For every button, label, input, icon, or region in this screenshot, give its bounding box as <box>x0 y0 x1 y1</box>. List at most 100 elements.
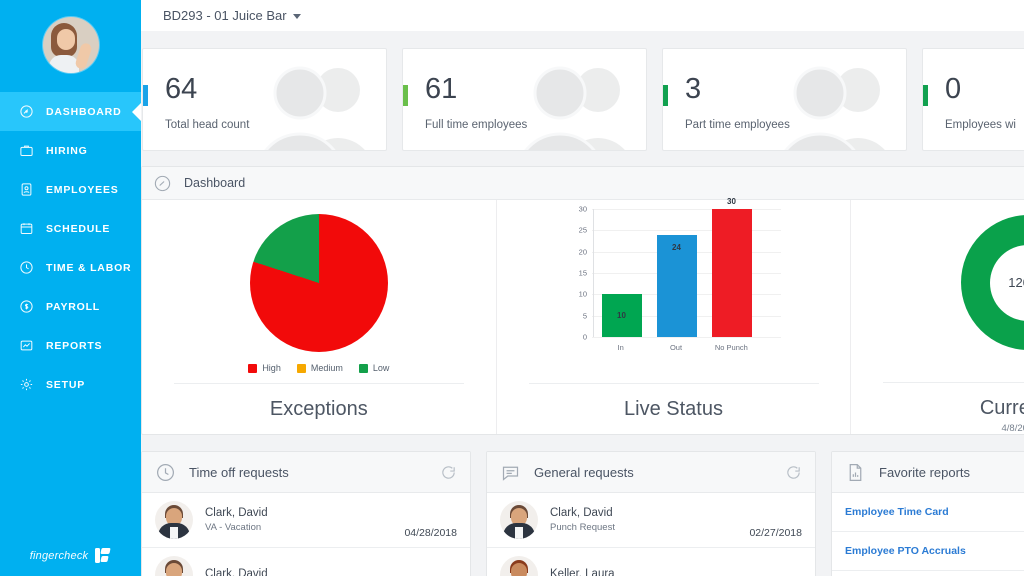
panel-header: Favorite reports <box>832 452 1024 493</box>
dashboard-panel: Dashboard High Medium Low Exceptions 30 … <box>141 166 1024 435</box>
sidebar-item-payroll[interactable]: PAYROLL <box>0 287 141 326</box>
live-status-bars: 30 25 20 15 10 5 0 10 24 30 In Out No Pu… <box>566 197 781 357</box>
legend-swatch <box>296 363 306 373</box>
employee-name: Clark, David <box>205 507 268 519</box>
refresh-icon[interactable] <box>440 464 457 481</box>
list-item[interactable]: Clark, David <box>142 548 470 576</box>
chart-title: Live Status <box>624 398 723 420</box>
id-card-icon <box>18 182 34 198</box>
clock-icon <box>18 260 34 276</box>
y-tick: 30 <box>578 204 587 214</box>
bar-value-label: 24 <box>672 243 681 253</box>
panel-header: Time off requests <box>142 452 470 493</box>
legend-item-low[interactable]: Low <box>358 363 389 373</box>
request-info: Clark, David <box>205 568 445 576</box>
chart-exceptions[interactable]: High Medium Low Exceptions <box>142 200 496 434</box>
donut-chart-body: 1208.5 <box>960 208 1024 357</box>
sidebar-nav: DASHBOARD HIRING EMPLOYEES SCHEDULE TIME… <box>0 92 141 404</box>
dashboard-panel-title: Dashboard <box>184 176 246 190</box>
gauge-icon <box>153 174 172 193</box>
bar-chart-body: 30 25 20 15 10 5 0 10 24 30 In Out No Pu… <box>566 197 781 358</box>
avatar[interactable] <box>42 17 99 73</box>
people-silhouette-icon <box>230 60 380 150</box>
company-name: BD293 - 01 Juice Bar <box>163 8 287 23</box>
avatar <box>500 501 538 539</box>
avatar-arm <box>73 41 93 71</box>
refresh-icon[interactable] <box>785 464 802 481</box>
general-requests-panel: General requests Clark, David Punch Requ… <box>486 451 816 576</box>
company-selector[interactable]: BD293 - 01 Juice Bar <box>163 8 301 23</box>
kpi-label: Employees wi <box>945 119 1016 131</box>
brand-name: fingercheck <box>29 549 89 562</box>
avatar <box>500 556 538 576</box>
comment-icon <box>500 462 521 483</box>
kpi-card-part-time-employees[interactable]: 3 Part time employees <box>662 48 907 151</box>
panel-header: General requests <box>487 452 815 493</box>
employee-name: Clark, David <box>550 507 613 519</box>
topbar: BD293 - 01 Juice Bar <box>141 0 1024 31</box>
legend-swatch <box>358 363 368 373</box>
avatar-container <box>0 0 141 90</box>
bar-out[interactable]: 24 <box>656 234 697 337</box>
report-link-employee-time-card[interactable]: Employee Time Card <box>832 493 1024 532</box>
chart-current-pay[interactable]: 1208.5 Current Pa 4/8/2018 - 4/ <box>850 200 1024 434</box>
gear-icon <box>18 377 34 393</box>
bar-in[interactable]: 10 <box>601 294 642 337</box>
sidebar-item-employees[interactable]: EMPLOYEES <box>0 170 141 209</box>
kpi-accent-bar <box>923 85 928 106</box>
sidebar-item-setup[interactable]: SETUP <box>0 365 141 404</box>
chart-title: Exceptions <box>269 398 368 420</box>
bar-no-punch[interactable]: 30 <box>711 197 752 337</box>
y-tick: 25 <box>578 225 587 235</box>
dashboard-panel-header: Dashboard <box>142 167 1024 200</box>
kpi-value: 64 <box>165 73 198 105</box>
request-date: 04/28/2018 <box>404 527 457 539</box>
sidebar-item-label: SCHEDULE <box>46 222 111 235</box>
list-item[interactable]: Clark, David VA - Vacation 04/28/2018 <box>142 493 470 548</box>
x-tick: Out <box>669 342 683 352</box>
kpi-card-employees-with[interactable]: 0 Employees wi <box>922 48 1024 151</box>
legend-item-medium[interactable]: Medium <box>296 363 343 373</box>
avatar-face <box>56 29 75 50</box>
y-tick: 0 <box>582 332 587 342</box>
exceptions-pie <box>249 214 388 352</box>
report-icon <box>845 462 866 483</box>
kpi-card-full-time-employees[interactable]: 61 Full time employees <box>402 48 647 151</box>
employee-name: Clark, David <box>205 567 268 576</box>
sidebar-item-reports[interactable]: REPORTS <box>0 326 141 365</box>
bars: 10 24 30 <box>593 197 759 337</box>
x-tick: No Punch <box>714 342 748 352</box>
legend-item-high[interactable]: High <box>248 363 281 373</box>
calendar-icon <box>18 221 34 237</box>
donut-center-value: 1208.5 <box>990 244 1024 321</box>
employee-name: Keller, Laura <box>550 567 615 576</box>
sidebar-item-schedule[interactable]: SCHEDULE <box>0 209 141 248</box>
fingercheck-logo-icon <box>94 547 111 564</box>
sidebar-item-time-labor[interactable]: TIME & LABOR <box>0 248 141 287</box>
main-content: BD293 - 01 Juice Bar 64 Total head count <box>141 0 1024 576</box>
app-root: DASHBOARD HIRING EMPLOYEES SCHEDULE TIME… <box>0 0 1024 576</box>
sidebar-item-dashboard[interactable]: DASHBOARD <box>0 92 141 131</box>
sidebar: DASHBOARD HIRING EMPLOYEES SCHEDULE TIME… <box>0 0 141 576</box>
clock-icon <box>155 462 176 483</box>
legend-label: High <box>262 363 281 373</box>
y-tick: 20 <box>578 247 587 257</box>
kpi-value: 0 <box>945 73 962 105</box>
list-item[interactable]: Keller, Laura <box>487 548 815 576</box>
charts-row: High Medium Low Exceptions 30 25 20 15 1… <box>142 197 1024 434</box>
kpi-accent-bar <box>143 85 148 106</box>
chart-icon <box>18 338 34 354</box>
sidebar-item-hiring[interactable]: HIRING <box>0 131 141 170</box>
divider <box>173 383 464 384</box>
legend-swatch <box>248 363 258 373</box>
x-tick: In <box>617 342 624 352</box>
people-silhouette-icon <box>1010 60 1024 150</box>
sidebar-item-label: EMPLOYEES <box>46 183 119 196</box>
sidebar-item-label: SETUP <box>46 378 86 391</box>
kpi-card-total-head-count[interactable]: 64 Total head count <box>142 48 387 151</box>
chart-live-status[interactable]: 30 25 20 15 10 5 0 10 24 30 In Out No Pu… <box>495 197 851 434</box>
list-item[interactable]: Clark, David Punch Request 02/27/2018 <box>487 493 815 548</box>
kpi-cards: 64 Total head count 61 Full time employe… <box>141 31 1024 151</box>
report-link-employee-pto-accruals[interactable]: Employee PTO Accruals <box>832 532 1024 571</box>
sidebar-item-label: HIRING <box>46 144 88 157</box>
